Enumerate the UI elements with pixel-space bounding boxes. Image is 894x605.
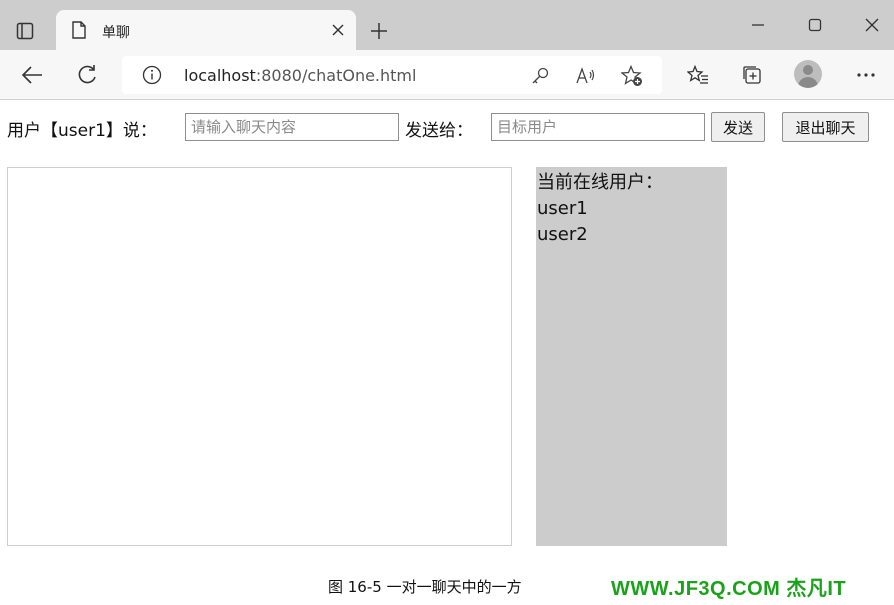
toolbar: localhost:8080/chatOne.html <box>0 50 894 100</box>
tab-actions-button[interactable] <box>8 14 42 48</box>
online-user-item: user1 <box>537 198 588 219</box>
tab-title: 单聊 <box>102 25 130 41</box>
user-say-label: 用户【user1】说： <box>7 121 157 141</box>
chat-message-area[interactable] <box>7 167 512 546</box>
address-bar[interactable]: localhost:8080/chatOne.html <box>122 56 662 94</box>
favorites-button[interactable] <box>682 60 714 90</box>
info-icon[interactable] <box>142 65 162 85</box>
new-tab-button[interactable] <box>364 16 394 46</box>
more-icon <box>857 73 875 77</box>
plus-icon <box>371 23 387 39</box>
more-button[interactable] <box>850 60 882 90</box>
back-arrow-icon <box>21 66 42 84</box>
url-host: localhost <box>184 66 256 85</box>
maximize-button[interactable] <box>795 10 835 40</box>
tab-close-button[interactable] <box>326 18 350 42</box>
read-aloud-icon <box>576 67 595 84</box>
refresh-button[interactable] <box>71 60 103 90</box>
page-icon <box>72 21 86 39</box>
back-button[interactable] <box>16 60 48 90</box>
url-text[interactable]: localhost:8080/chatOne.html <box>184 66 416 85</box>
tab-strip: 单聊 <box>0 0 894 50</box>
online-user-item: user2 <box>537 224 588 245</box>
watermark: WWW.JF3Q.COM 杰凡IT <box>611 578 847 600</box>
key-button[interactable] <box>528 64 552 88</box>
online-users-panel: 当前在线用户： user1 user2 <box>536 167 727 546</box>
avatar-body <box>798 77 818 88</box>
figure-caption: 图 16-5 一对一聊天中的一方 <box>328 578 522 596</box>
window-close-button[interactable] <box>852 10 892 40</box>
minimize-button[interactable] <box>738 10 778 40</box>
add-favorite-button[interactable] <box>620 64 644 88</box>
window-close-icon <box>865 18 879 32</box>
url-path: :8080/chatOne.html <box>255 66 417 85</box>
send-button[interactable]: 发送 <box>711 112 765 142</box>
page-content: 用户【user1】说： 发送给： 发送 退出聊天 当前在线用户： user1 u… <box>0 101 894 605</box>
target-user-input[interactable] <box>491 113 705 141</box>
collections-button[interactable] <box>736 60 768 90</box>
maximize-icon <box>808 18 822 32</box>
read-aloud-button[interactable] <box>574 64 598 88</box>
close-icon <box>332 24 344 36</box>
message-input[interactable] <box>185 113 399 141</box>
tab-actions-icon <box>16 22 34 40</box>
profile-avatar[interactable] <box>794 60 822 88</box>
key-icon <box>532 67 549 84</box>
exit-chat-button[interactable]: 退出聊天 <box>782 112 869 142</box>
avatar-head <box>803 65 813 75</box>
browser-tab[interactable]: 单聊 <box>56 10 356 50</box>
collections-icon <box>743 66 761 84</box>
online-users-title: 当前在线用户： <box>537 172 663 193</box>
favorites-icon <box>687 65 708 84</box>
minimize-icon <box>752 24 764 26</box>
refresh-icon <box>78 65 96 84</box>
favorite-add-icon <box>621 65 642 86</box>
send-to-label: 发送给： <box>405 121 473 141</box>
